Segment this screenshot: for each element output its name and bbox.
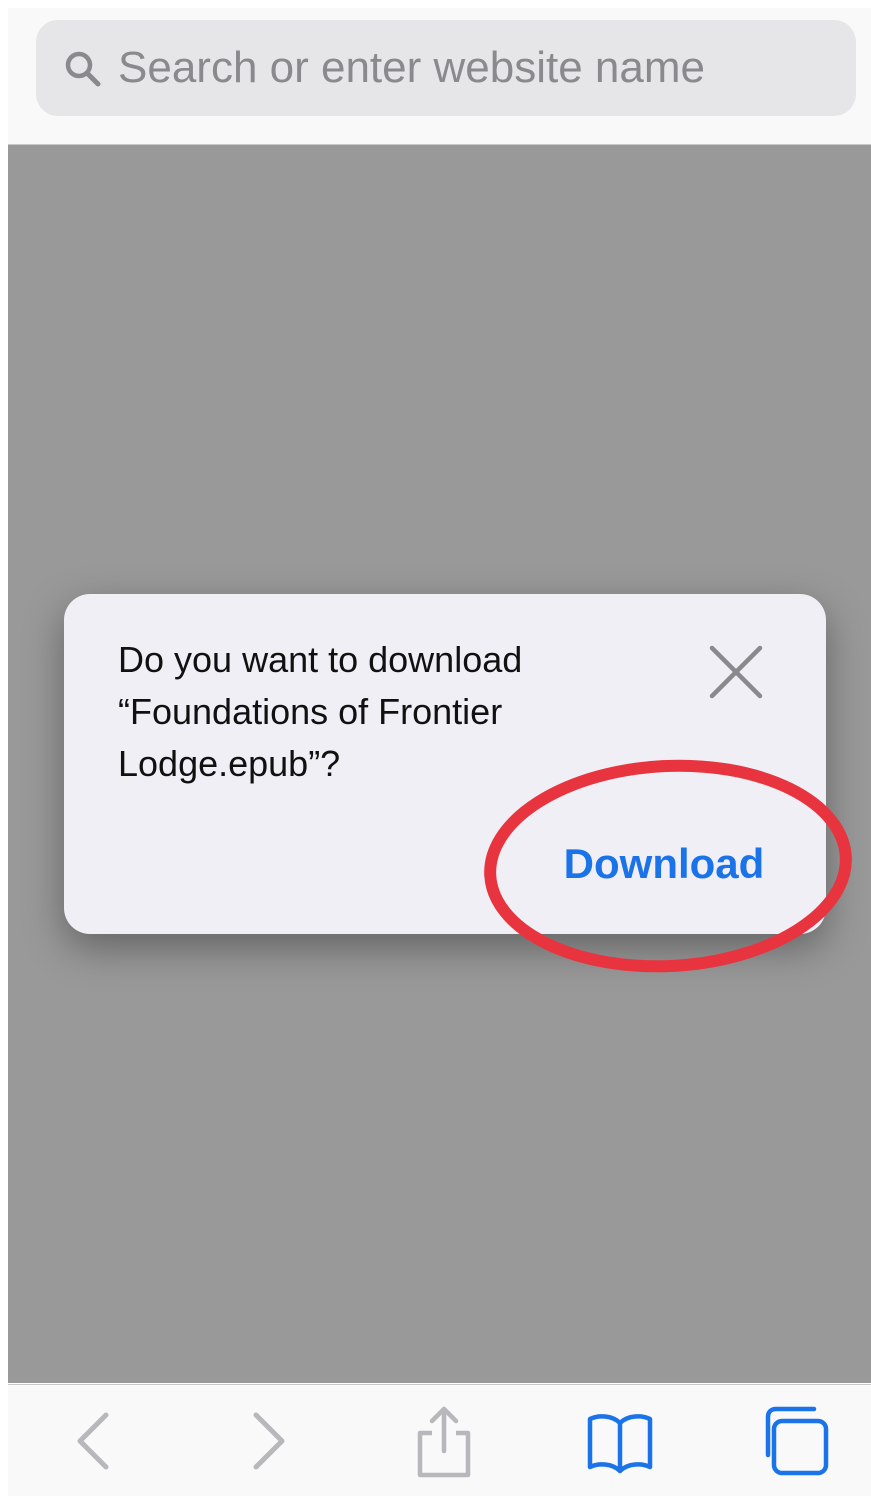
forward-chevron-icon[interactable] bbox=[230, 1403, 306, 1479]
download-dialog: Do you want to download “Foundations of … bbox=[64, 594, 826, 934]
bottom-toolbar bbox=[8, 1384, 871, 1496]
tabs-icon[interactable] bbox=[758, 1403, 834, 1479]
close-icon[interactable] bbox=[704, 640, 768, 704]
back-chevron-icon[interactable] bbox=[56, 1403, 132, 1479]
search-icon bbox=[65, 51, 101, 87]
download-button[interactable]: Download bbox=[554, 834, 774, 894]
bookmarks-book-icon[interactable] bbox=[582, 1403, 658, 1479]
share-icon[interactable] bbox=[406, 1403, 482, 1479]
safari-screen: Search or enter website name Do you want… bbox=[0, 0, 871, 1496]
search-input[interactable]: Search or enter website name bbox=[36, 20, 856, 116]
search-placeholder: Search or enter website name bbox=[118, 43, 705, 92]
address-bar-area: Search or enter website name bbox=[8, 8, 871, 145]
download-prompt-message: Do you want to download “Foundations of … bbox=[118, 639, 523, 784]
